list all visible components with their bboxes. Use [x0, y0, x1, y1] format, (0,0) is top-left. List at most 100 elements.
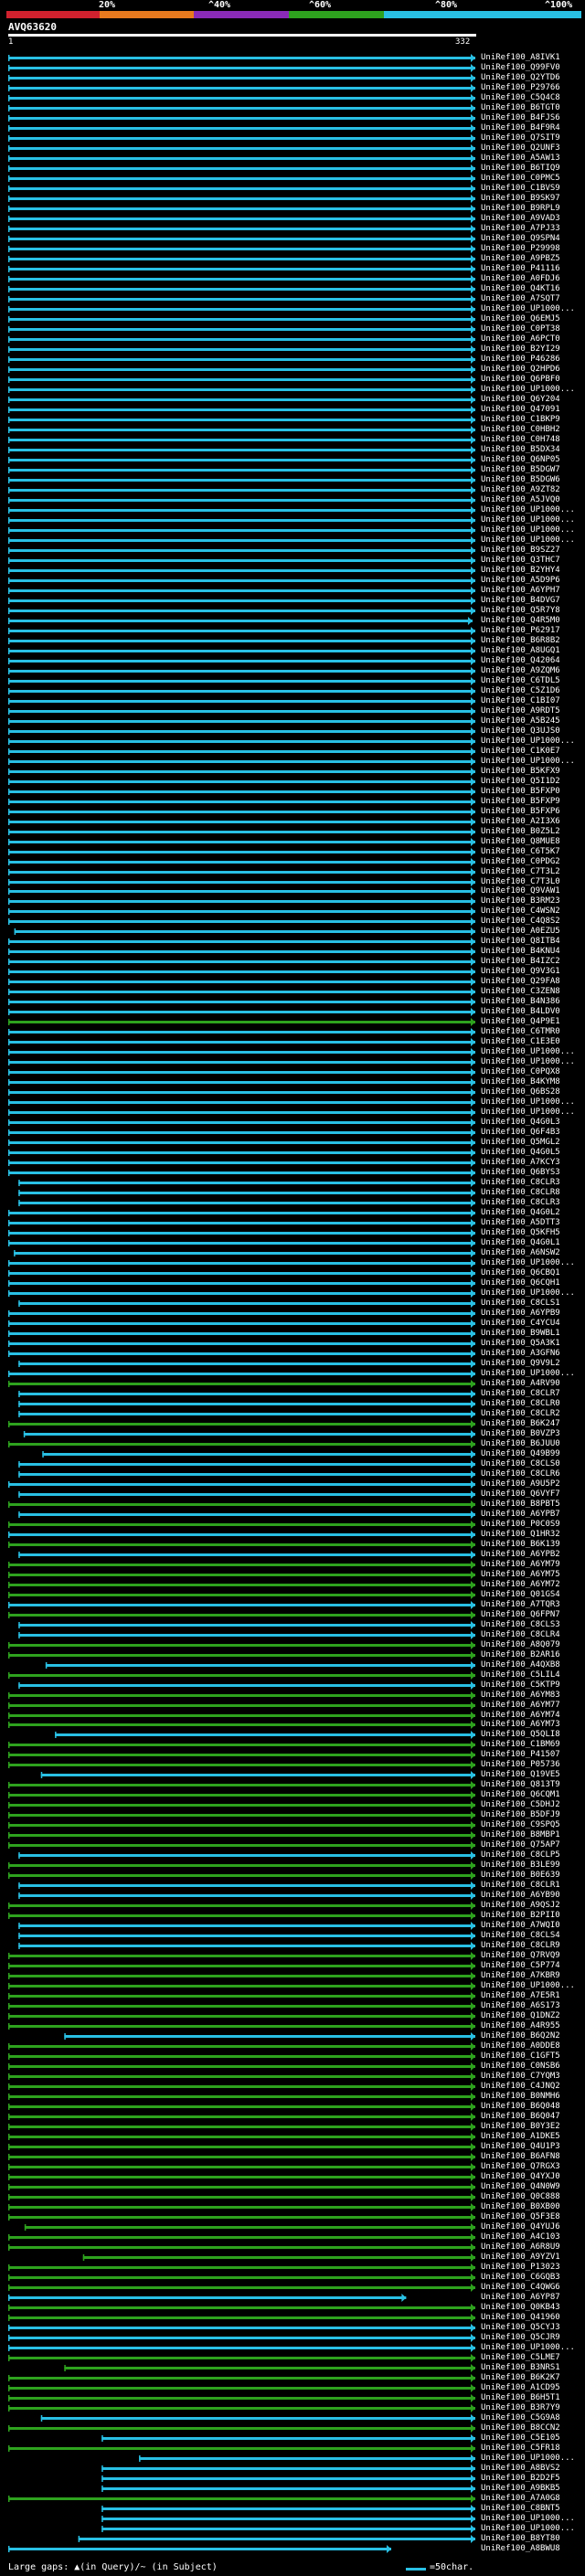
hit-label[interactable]: UniRef100_B9WBL1: [481, 1329, 560, 1339]
hit-label[interactable]: UniRef100_Q4G0L5: [481, 1148, 560, 1158]
hit-label[interactable]: UniRef100_C8CLR0: [481, 1399, 560, 1409]
hit-label[interactable]: UniRef100_C8CLR3: [481, 1198, 560, 1208]
hit-label[interactable]: UniRef100_Q4R5M0: [481, 616, 560, 626]
hit-label[interactable]: UniRef100_B6K2K7: [481, 2373, 560, 2383]
hit-label[interactable]: UniRef100_A3GFN6: [481, 1349, 560, 1359]
hit-label[interactable]: UniRef100_B2YI29: [481, 345, 560, 355]
hit-label[interactable]: UniRef100_B6JUU0: [481, 1439, 560, 1449]
hit-label[interactable]: UniRef100_C5KTP9: [481, 1680, 560, 1691]
hit-label[interactable]: UniRef100_Q6F4B3: [481, 1128, 560, 1138]
hit-label[interactable]: UniRef100_Q9VAW1: [481, 886, 560, 896]
hit-label[interactable]: UniRef100_UP1000...: [481, 737, 575, 747]
hit-label[interactable]: UniRef100_A7E5R1: [481, 1991, 560, 2001]
hit-label[interactable]: UniRef100_C8CLR9: [481, 1941, 560, 1951]
hit-label[interactable]: UniRef100_C0PMC5: [481, 174, 560, 184]
hit-label[interactable]: UniRef100_C0PDG2: [481, 857, 560, 867]
hit-label[interactable]: UniRef100_C5FR18: [481, 2443, 560, 2454]
hit-label[interactable]: UniRef100_C8CLS3: [481, 1620, 560, 1630]
hit-label[interactable]: UniRef100_Q1HR32: [481, 1530, 560, 1540]
hit-label[interactable]: UniRef100_Q41960: [481, 2313, 560, 2323]
hit-label[interactable]: UniRef100_A5B245: [481, 716, 560, 726]
hit-label[interactable]: UniRef100_A9RDT5: [481, 706, 560, 716]
hit-label[interactable]: UniRef100_Q5A3K1: [481, 1339, 560, 1349]
hit-label[interactable]: UniRef100_Q8MUE8: [481, 837, 560, 847]
hit-label[interactable]: UniRef100_C6T5K7: [481, 847, 560, 857]
hit-label[interactable]: UniRef100_Q4G0L2: [481, 1208, 560, 1218]
hit-label[interactable]: UniRef100_A0EZU5: [481, 927, 560, 937]
hit-label[interactable]: UniRef100_P29766: [481, 83, 560, 93]
hit-label[interactable]: UniRef100_C8CLS4: [481, 1931, 560, 1941]
hit-label[interactable]: UniRef100_C0H748: [481, 435, 560, 445]
hit-label[interactable]: UniRef100_A7KCY3: [481, 1158, 560, 1168]
hit-label[interactable]: UniRef100_A8Q079: [481, 1640, 560, 1650]
hit-label[interactable]: UniRef100_UP1000...: [481, 1369, 575, 1379]
hit-label[interactable]: UniRef100_B0Y3E2: [481, 2122, 560, 2132]
hit-label[interactable]: UniRef100_UP1000...: [481, 2524, 575, 2534]
hit-label[interactable]: UniRef100_Q7RVQ9: [481, 1951, 560, 1961]
hit-label[interactable]: UniRef100_A9BKB5: [481, 2484, 560, 2494]
hit-label[interactable]: UniRef100_C5LME7: [481, 2353, 560, 2363]
hit-label[interactable]: UniRef100_B3LE99: [481, 1860, 560, 1871]
hit-label[interactable]: UniRef100_Q2UNF3: [481, 143, 560, 154]
hit-label[interactable]: UniRef100_C8CLR2: [481, 1409, 560, 1419]
hit-label[interactable]: UniRef100_B8YT80: [481, 2534, 560, 2544]
hit-label[interactable]: UniRef100_UP1000...: [481, 385, 575, 395]
hit-label[interactable]: UniRef100_Q9SPN4: [481, 234, 560, 244]
hit-label[interactable]: UniRef100_Q4KT16: [481, 284, 560, 294]
hit-label[interactable]: UniRef100_C4WSN2: [481, 906, 560, 917]
hit-label[interactable]: UniRef100_C1GFT5: [481, 2051, 560, 2062]
hit-label[interactable]: UniRef100_P41507: [481, 1750, 560, 1760]
hit-label[interactable]: UniRef100_A6YPB2: [481, 1550, 560, 1560]
hit-label[interactable]: UniRef100_A7SQT7: [481, 294, 560, 304]
hit-label[interactable]: UniRef100_C5Q4C8: [481, 93, 560, 103]
hit-label[interactable]: UniRef100_UP1000...: [481, 515, 575, 525]
hit-label[interactable]: UniRef100_C6TDL5: [481, 676, 560, 686]
hit-label[interactable]: UniRef100_Q6CQH1: [481, 1278, 560, 1288]
hit-label[interactable]: UniRef100_UP1000...: [481, 2343, 575, 2353]
hit-label[interactable]: UniRef100_A6YB90: [481, 1891, 560, 1901]
hit-label[interactable]: UniRef100_P13023: [481, 2263, 560, 2273]
hit-label[interactable]: UniRef100_UP1000...: [481, 304, 575, 314]
hit-label[interactable]: UniRef100_A1CD95: [481, 2383, 560, 2393]
hit-label[interactable]: UniRef100_UP1000...: [481, 535, 575, 546]
hit-label[interactable]: UniRef100_P05736: [481, 1760, 560, 1770]
hit-label[interactable]: UniRef100_C1BKP9: [481, 415, 560, 425]
hit-label[interactable]: UniRef100_B4DVG7: [481, 596, 560, 606]
hit-label[interactable]: UniRef100_Q6CBQ1: [481, 1268, 560, 1278]
hit-label[interactable]: UniRef100_B4IZC2: [481, 957, 560, 967]
hit-label[interactable]: UniRef100_A7A0G8: [481, 2494, 560, 2504]
hit-label[interactable]: UniRef100_A6YP87: [481, 2293, 560, 2303]
hit-label[interactable]: UniRef100_A9QSJ2: [481, 1901, 560, 1911]
hit-label[interactable]: UniRef100_B6TIQ9: [481, 164, 560, 174]
hit-label[interactable]: UniRef100_B9SK97: [481, 194, 560, 204]
hit-label[interactable]: UniRef100_Q5I1D2: [481, 777, 560, 787]
hit-label[interactable]: UniRef100_C0PQX8: [481, 1067, 560, 1077]
hit-label[interactable]: UniRef100_Q9V3G1: [481, 967, 560, 977]
hit-label[interactable]: UniRef100_B0VZP3: [481, 1429, 560, 1439]
hit-label[interactable]: UniRef100_B5FXP9: [481, 797, 560, 807]
hit-label[interactable]: UniRef100_C7T3L2: [481, 867, 560, 877]
hit-label[interactable]: UniRef100_C0NSB6: [481, 2062, 560, 2072]
hit-label[interactable]: UniRef100_A2I3X6: [481, 817, 560, 827]
hit-label[interactable]: UniRef100_B0XB00: [481, 2202, 560, 2212]
hit-label[interactable]: UniRef100_C1BM69: [481, 1740, 560, 1750]
hit-label[interactable]: UniRef100_B4KYM8: [481, 1077, 560, 1087]
hit-label[interactable]: UniRef100_A6YPH7: [481, 586, 560, 596]
hit-label[interactable]: UniRef100_A8UGQ1: [481, 646, 560, 656]
hit-label[interactable]: UniRef100_Q01GS4: [481, 1590, 560, 1600]
hit-label[interactable]: UniRef100_C5Z1D6: [481, 686, 560, 696]
hit-label[interactable]: UniRef100_UP1000...: [481, 1047, 575, 1057]
hit-label[interactable]: UniRef100_Q99FV0: [481, 63, 560, 73]
hit-label[interactable]: UniRef100_B5FXP0: [481, 787, 560, 797]
hit-label[interactable]: UniRef100_Q6BS28: [481, 1087, 560, 1097]
hit-label[interactable]: UniRef100_A6YM73: [481, 1720, 560, 1730]
hit-label[interactable]: UniRef100_Q8ITB4: [481, 937, 560, 947]
hit-label[interactable]: UniRef100_Q5KFH5: [481, 1228, 560, 1238]
hit-label[interactable]: UniRef100_Q6EMJ5: [481, 314, 560, 324]
hit-label[interactable]: UniRef100_C8CLR7: [481, 1389, 560, 1399]
hit-label[interactable]: UniRef100_C8CLP5: [481, 1850, 560, 1860]
hit-label[interactable]: UniRef100_A5JVQ0: [481, 495, 560, 505]
hit-label[interactable]: UniRef100_Q5CYJ3: [481, 2323, 560, 2333]
hit-label[interactable]: UniRef100_B9SZ27: [481, 546, 560, 556]
hit-label[interactable]: UniRef100_P62917: [481, 626, 560, 636]
